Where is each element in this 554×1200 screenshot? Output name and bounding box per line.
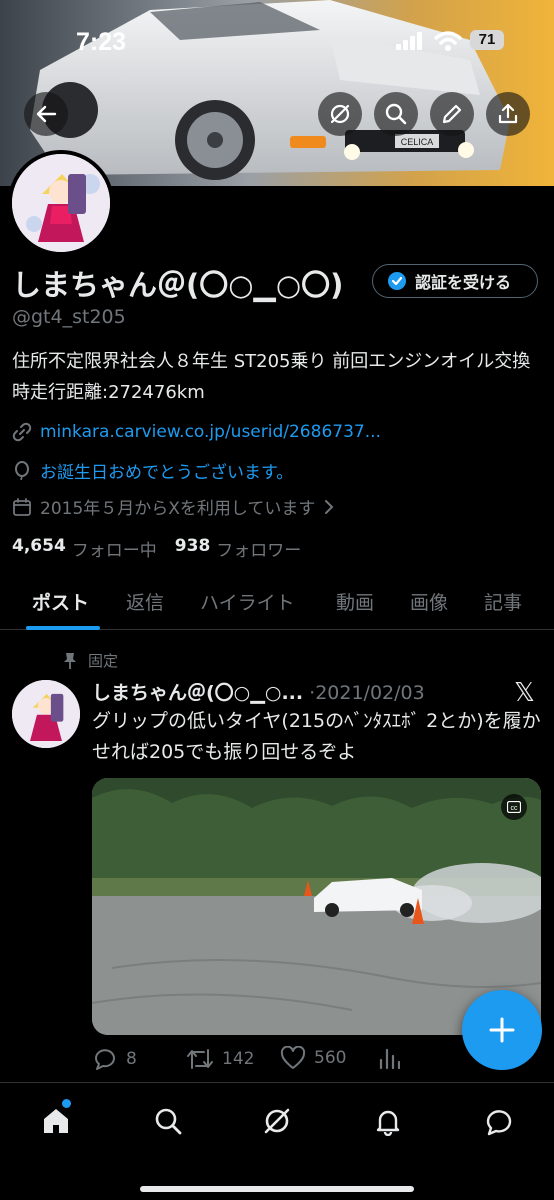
repost-count: 142 <box>222 1049 255 1069</box>
post-author-name[interactable]: しまちゃん＠(〇○▁○... <box>92 682 303 704</box>
anime-character-avatar-image <box>12 680 80 748</box>
link-icon <box>12 422 32 442</box>
edit-button[interactable] <box>430 92 474 136</box>
post-date: ·2021/02/03 <box>309 682 425 704</box>
repost-icon <box>187 1049 213 1069</box>
followers-count[interactable]: 938 <box>175 536 211 561</box>
home-icon <box>44 1109 68 1133</box>
closed-captions-button[interactable]: cc <box>501 794 527 820</box>
closed-captions-icon: cc <box>507 801 521 813</box>
like-button[interactable]: 560 <box>280 1046 346 1070</box>
profile-website-link[interactable]: minkara.carview.co.jp/userid/2686737... <box>40 422 381 442</box>
x-logo-glyph: 𝕏 <box>514 678 535 708</box>
arrow-left-icon <box>36 105 57 123</box>
reply-icon <box>94 1049 115 1070</box>
followers-label[interactable]: フォロワー <box>216 536 301 561</box>
verified-badge-icon <box>388 272 406 290</box>
compose-post-button[interactable] <box>462 990 542 1070</box>
x-logo-icon: 𝕏 <box>514 678 535 708</box>
post-author-avatar[interactable] <box>12 680 80 748</box>
wifi-icon <box>434 31 462 51</box>
tab-videos[interactable]: 動画 <box>336 588 374 615</box>
balloon-icon <box>15 460 29 480</box>
svg-text:cc: cc <box>511 805 519 812</box>
drifting-car-video-thumbnail <box>92 778 541 1035</box>
status-bar: 7:23 71 <box>0 0 554 80</box>
message-icon <box>486 1110 512 1136</box>
search-button[interactable] <box>374 92 418 136</box>
like-count: 560 <box>314 1048 347 1068</box>
post-header: しまちゃん＠(〇○▁○... ·2021/02/03 <box>92 678 425 705</box>
pinned-label: 固定 <box>88 652 119 670</box>
battery-indicator: 71 <box>470 30 504 50</box>
share-icon <box>498 103 518 124</box>
tab-posts[interactable]: ポスト <box>32 588 89 615</box>
nav-search[interactable] <box>148 1101 188 1141</box>
anime-character-avatar-image <box>12 154 110 252</box>
bottom-navigation <box>0 1082 554 1200</box>
plus-icon <box>489 1017 515 1043</box>
profile-joined-row[interactable]: 2015年５月からXを利用しています <box>12 494 335 519</box>
nav-home[interactable] <box>36 1099 76 1141</box>
views-chart-icon <box>379 1048 400 1070</box>
grok-icon <box>264 1108 290 1134</box>
nav-notifications[interactable] <box>368 1101 408 1141</box>
repost-button[interactable]: 142 <box>186 1046 254 1072</box>
tab-images[interactable]: 画像 <box>410 588 448 615</box>
following-count[interactable]: 4,654 <box>12 536 66 561</box>
calendar-icon <box>13 497 31 516</box>
search-icon <box>385 103 407 125</box>
profile-avatar[interactable] <box>8 150 114 256</box>
reply-button[interactable]: 8 <box>92 1046 137 1072</box>
views-button[interactable] <box>378 1046 400 1070</box>
home-indicator <box>140 1186 414 1192</box>
tab-highlights[interactable]: ハイライト <box>200 588 295 615</box>
joined-date: 2015年５月からXを利用しています <box>40 499 316 519</box>
search-icon <box>155 1108 182 1135</box>
nav-grok[interactable] <box>257 1101 297 1141</box>
bell-icon <box>376 1110 400 1136</box>
back-button[interactable] <box>24 92 68 136</box>
following-label[interactable]: フォロー中 <box>72 536 157 561</box>
share-button[interactable] <box>486 92 530 136</box>
pinned-indicator: 固定 <box>62 650 118 671</box>
grok-button[interactable] <box>318 92 362 136</box>
post-video[interactable]: cc <box>92 778 541 1035</box>
profile-birthday-row: お誕生日おめでとうございます。 <box>12 458 293 483</box>
profile-name: しまちゃん＠(〇○▁○〇) <box>12 268 344 302</box>
pencil-icon <box>442 104 462 124</box>
notification-dot <box>62 1099 71 1108</box>
heart-icon <box>280 1046 306 1069</box>
cellular-signal-icon <box>396 32 422 50</box>
grok-icon <box>330 104 350 124</box>
profile-website-row: minkara.carview.co.jp/userid/2686737... <box>12 422 381 442</box>
birthday-message[interactable]: お誕生日おめでとうございます。 <box>40 458 293 483</box>
profile-bio: 住所不定限界社会人８年生 ST205乗り 前回エンジンオイル交換時走行距離:27… <box>12 351 531 403</box>
reply-count: 8 <box>126 1049 137 1069</box>
get-verified-label: 認証を受ける <box>415 273 512 292</box>
active-tab-indicator <box>26 626 100 630</box>
pin-icon <box>64 652 76 669</box>
chevron-right-icon <box>325 499 334 514</box>
celica-badge: CELICA <box>401 137 434 147</box>
get-verified-button[interactable]: 認証を受ける <box>372 264 538 298</box>
tab-replies[interactable]: 返信 <box>126 588 164 615</box>
tab-articles[interactable]: 記事 <box>484 588 522 615</box>
profile-handle: @gt4_st205 <box>12 306 126 328</box>
follow-counts: 4,654 フォロー中 938 フォロワー <box>12 536 313 561</box>
nav-messages[interactable] <box>479 1101 519 1141</box>
profile-tabs: ポスト 返信 ハイライト 動画 画像 記事 <box>0 580 554 630</box>
status-time: 7:23 <box>76 28 127 56</box>
post-text: グリップの低いタイヤ(215のﾍﾞﾝﾀｽｴﾎﾞ 2とか)を履かせれば205でも振… <box>92 710 541 763</box>
